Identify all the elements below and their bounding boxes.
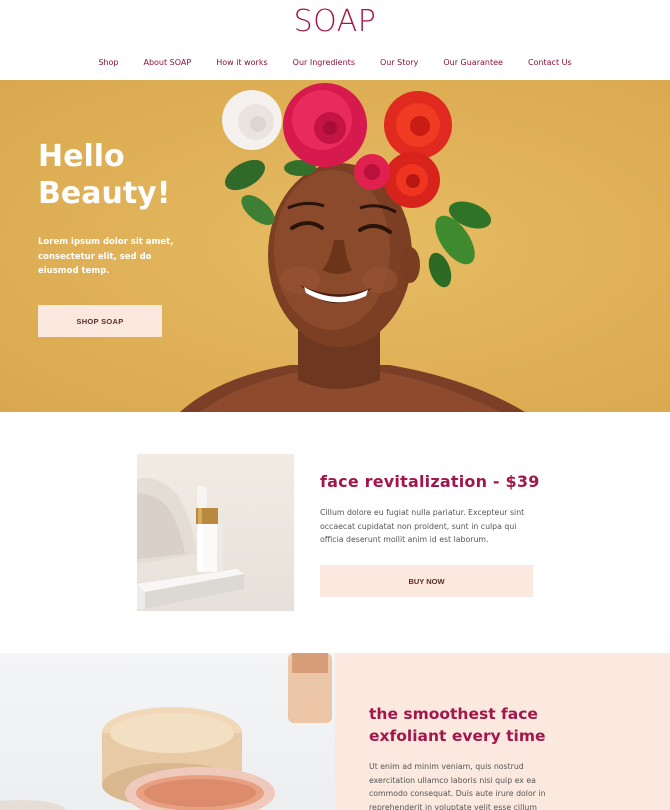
hero-title-line2: Beauty! <box>38 176 171 211</box>
feature-image <box>0 653 335 810</box>
feature-title: the smoothest face exfoliant every time <box>369 705 546 745</box>
nav-item-contact[interactable]: Contact Us <box>515 58 584 67</box>
nav-item-how-it-works[interactable]: How it works <box>204 58 280 67</box>
shop-soap-button[interactable]: SHOP SOAP <box>38 305 162 337</box>
feature-description: Ut enim ad minim veniam, quis nostrud ex… <box>369 762 546 810</box>
hero-text: Lorem ipsum dolor sit amet, consectetur … <box>38 237 174 276</box>
nav-item-guarantee[interactable]: Our Guarantee <box>431 58 516 67</box>
hero-banner: Hello Beauty! Lorem ipsum dolor sit amet… <box>0 80 670 412</box>
product-title: face revitalization - $39 <box>320 472 540 491</box>
site-logo[interactable]: SOAP <box>0 4 670 39</box>
main-nav: Shop About SOAP How it works Our Ingredi… <box>0 58 670 67</box>
site-header: SOAP Shop About SOAP How it works Our In… <box>0 0 670 80</box>
exfoliant-jars-photo <box>0 653 332 810</box>
nav-item-ingredients[interactable]: Our Ingredients <box>280 58 367 67</box>
buy-now-button[interactable]: BUY NOW <box>320 565 533 597</box>
nav-item-shop[interactable]: Shop <box>86 58 131 67</box>
nav-item-story[interactable]: Our Story <box>367 58 430 67</box>
product-image <box>137 454 294 611</box>
hero-title: Hello Beauty! <box>38 138 238 212</box>
hero-title-line1: Hello <box>38 139 125 174</box>
serum-bottle-photo <box>137 478 244 609</box>
nav-item-about[interactable]: About SOAP <box>131 58 204 67</box>
product-description: Cillum dolore eu fugiat nulla pariatur. … <box>320 508 525 544</box>
